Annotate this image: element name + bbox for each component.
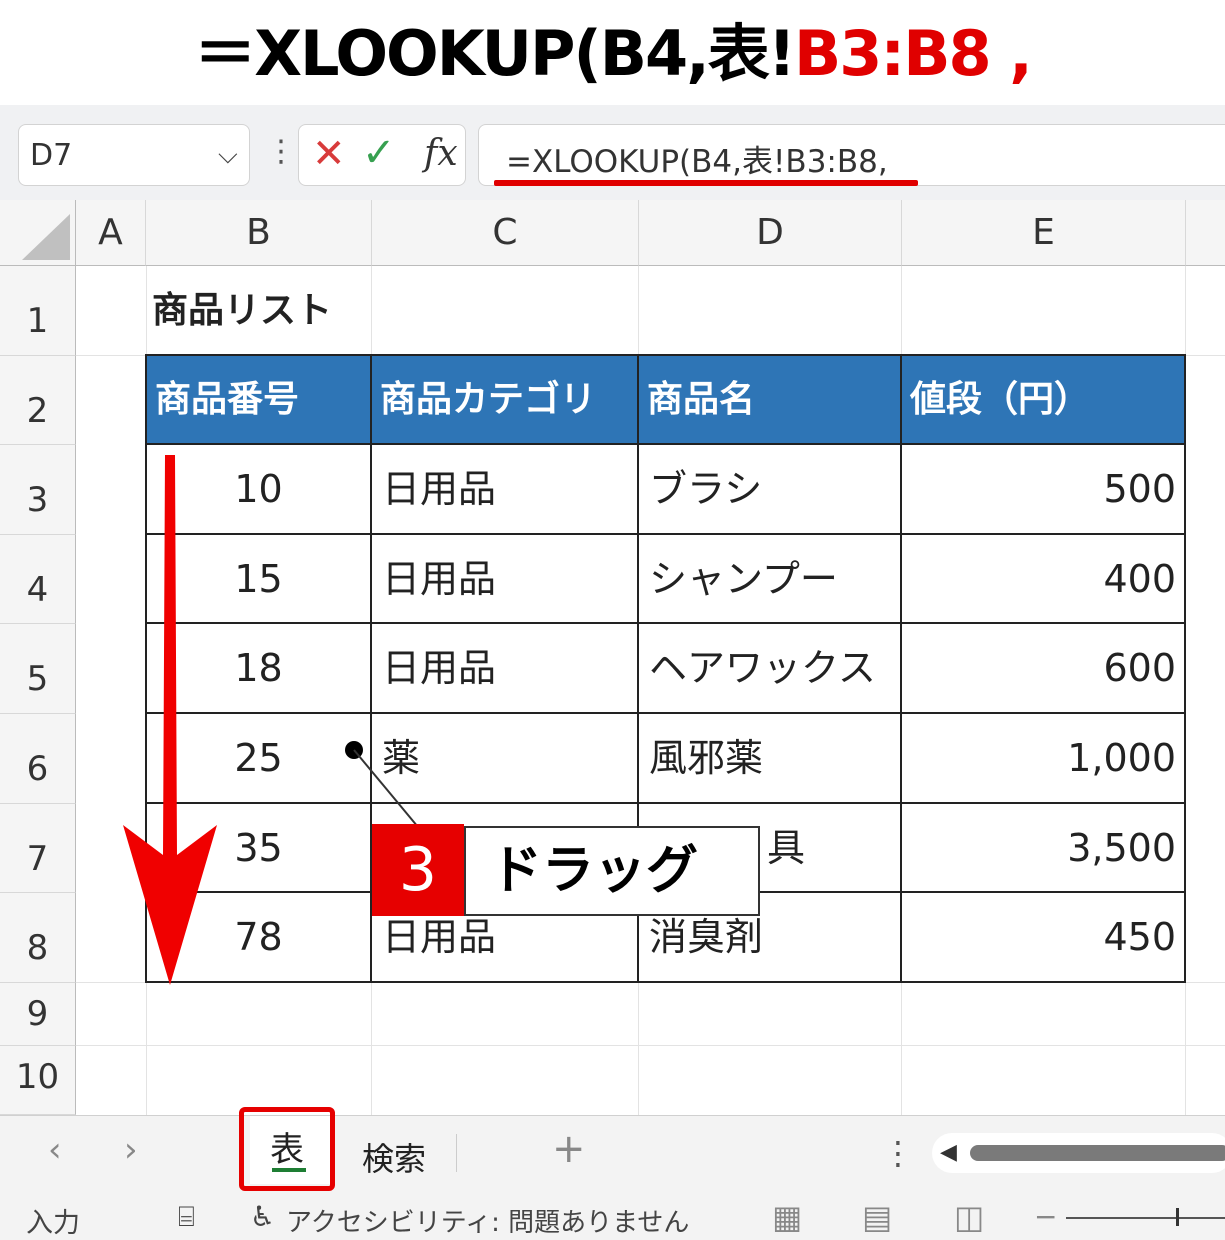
tab-highlight-box <box>239 1107 335 1191</box>
column-header-b[interactable]: B <box>146 200 372 266</box>
row-header-10[interactable]: 10 <box>0 1046 76 1115</box>
table-cell-category[interactable]: 日用品 <box>372 445 639 535</box>
column-header-a[interactable]: A <box>76 200 146 266</box>
scroll-left-icon[interactable]: ◀ <box>940 1140 957 1165</box>
table-header-price[interactable]: 値段（円） <box>902 356 1186 445</box>
chevron-left-icon[interactable]: ‹ <box>48 1130 62 1170</box>
zoom-slider-thumb[interactable] <box>1176 1208 1179 1226</box>
table-cell-price[interactable]: 400 <box>902 535 1186 624</box>
table-cell-name[interactable]: 風邪薬 <box>639 714 902 804</box>
accessibility-icon[interactable]: ♿ <box>250 1200 275 1233</box>
title-highlight: B3:B8 , <box>794 17 1033 90</box>
chevron-right-icon[interactable]: › <box>124 1130 138 1170</box>
add-sheet-icon[interactable]: + <box>552 1126 586 1172</box>
table-cell-category[interactable]: 日用品 <box>372 535 639 624</box>
row-header-5[interactable]: 5 <box>0 624 76 714</box>
accessibility-status[interactable]: アクセシビリティ: 問題ありません <box>286 1202 689 1239</box>
callout-leader <box>345 741 419 828</box>
table-cell-price[interactable]: 3,500 <box>902 804 1186 893</box>
table-cell-price[interactable]: 500 <box>902 445 1186 535</box>
tab-divider <box>456 1134 457 1172</box>
row-header-7[interactable]: 7 <box>0 804 76 893</box>
table-cell-price[interactable]: 1,000 <box>902 714 1186 804</box>
table-cell-name[interactable]: シャンプー <box>639 535 902 624</box>
formula-text: =XLOOKUP(B4,表!B3:B8, <box>506 144 888 180</box>
column-header-d[interactable]: D <box>639 200 902 266</box>
page-layout-icon[interactable]: ▤ <box>862 1198 892 1236</box>
table-cell-price[interactable]: 450 <box>902 893 1186 983</box>
status-mode: 入力 <box>26 1208 80 1239</box>
row-header-8[interactable]: 8 <box>0 893 76 983</box>
insert-function-icon[interactable]: fx <box>424 132 458 176</box>
row-header-1[interactable]: 1 <box>0 266 76 356</box>
title-prefix: ＝XLOOKUP(B4,表! <box>194 17 796 90</box>
table-cell-name[interactable]: ブラシ <box>639 445 902 535</box>
select-all-icon <box>22 214 70 260</box>
enter-icon[interactable]: ✓ <box>362 130 396 176</box>
scrollbar-thumb[interactable] <box>970 1145 1225 1161</box>
column-header-e[interactable]: E <box>902 200 1186 266</box>
cancel-icon[interactable]: ✕ <box>312 132 346 176</box>
chevron-down-icon[interactable]: ⌵ <box>218 140 238 171</box>
page-title: ＝XLOOKUP(B4,表!B3:B8 , <box>0 0 1225 105</box>
zoom-slider[interactable] <box>1066 1217 1225 1219</box>
more-vertical-icon[interactable]: ⋮ <box>266 136 296 168</box>
column-header-f[interactable] <box>1186 200 1225 266</box>
normal-view-icon[interactable]: ▦ <box>772 1198 802 1236</box>
row-header-4[interactable]: 4 <box>0 535 76 624</box>
step-label: ドラッグ <box>464 826 760 916</box>
table-cell-category[interactable]: 日用品 <box>372 624 639 714</box>
row-header-3[interactable]: 3 <box>0 445 76 535</box>
step-number-badge: 3 <box>372 824 464 916</box>
macro-record-icon[interactable]: ⌸ <box>178 1200 195 1234</box>
row-header-2[interactable]: 2 <box>0 356 76 445</box>
table-cell-name[interactable]: ヘアワックス <box>639 624 902 714</box>
table-header-name[interactable]: 商品名 <box>639 356 902 445</box>
row-header-9[interactable]: 9 <box>0 983 76 1046</box>
formula-underline <box>494 180 918 186</box>
column-header-c[interactable]: C <box>372 200 639 266</box>
list-title[interactable]: 商品リスト <box>152 270 382 352</box>
page-break-icon[interactable]: ◫ <box>954 1198 984 1236</box>
gridline <box>76 1045 1225 1046</box>
table-header-category[interactable]: 商品カテゴリ <box>372 356 639 445</box>
zoom-out-icon[interactable]: − <box>1034 1200 1057 1233</box>
name-box-value: D7 <box>30 138 73 173</box>
sheet-tab-search[interactable]: 検索 <box>362 1134 426 1180</box>
more-vertical-icon[interactable]: ⋮ <box>882 1134 914 1172</box>
table-header-id[interactable]: 商品番号 <box>147 356 372 445</box>
table-cell-price[interactable]: 600 <box>902 624 1186 714</box>
row-header-6[interactable]: 6 <box>0 714 76 804</box>
drag-arrow-icon <box>123 455 217 985</box>
